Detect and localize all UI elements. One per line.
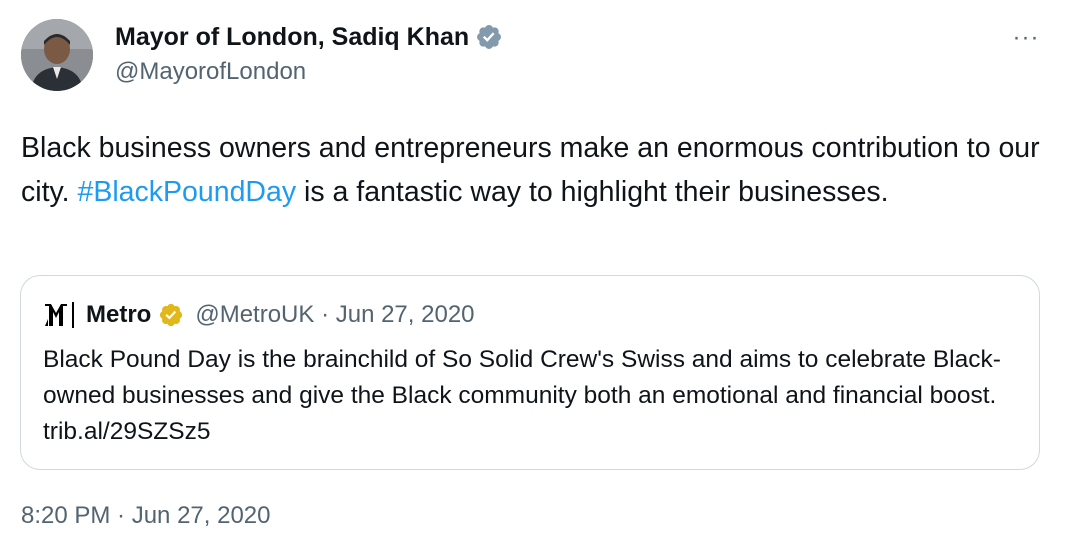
author-handle[interactable]: @MayorofLondon <box>115 57 306 87</box>
quoted-tweet-header: Metro @MetroUK · Jun 27, 2020 <box>43 300 475 330</box>
tweet-timestamp[interactable]: 8:20 PM · Jun 27, 2020 <box>21 500 271 532</box>
quoted-handle-date[interactable]: @MetroUK · Jun 27, 2020 <box>195 300 474 330</box>
avatar[interactable] <box>21 19 93 91</box>
metro-logo-icon[interactable] <box>43 300 79 330</box>
author-name-row[interactable]: Mayor of London, Sadiq Khan <box>115 22 503 52</box>
quoted-author-name[interactable]: Metro <box>86 300 151 330</box>
more-horizontal-icon: ··· <box>1012 24 1040 51</box>
verified-gold-badge-icon[interactable] <box>158 302 184 328</box>
hashtag-link[interactable]: #BlackPoundDay <box>77 176 296 208</box>
tweet-text-part: is a fantastic way to highlight their bu… <box>296 176 889 208</box>
verified-gray-badge-icon[interactable] <box>475 23 503 51</box>
more-options-button[interactable]: ··· <box>1008 20 1044 56</box>
tweet-text: Black business owners and entrepreneurs … <box>21 126 1041 214</box>
quoted-tweet-text: Black Pound Day is the brainchild of So … <box>43 346 1001 445</box>
tweet-card: Mayor of London, Sadiq Khan @MayorofLond… <box>0 0 1076 560</box>
quoted-tweet[interactable]: Metro @MetroUK · Jun 27, 2020 Black Poun… <box>20 275 1040 470</box>
author-display-name[interactable]: Mayor of London, Sadiq Khan <box>115 22 469 52</box>
